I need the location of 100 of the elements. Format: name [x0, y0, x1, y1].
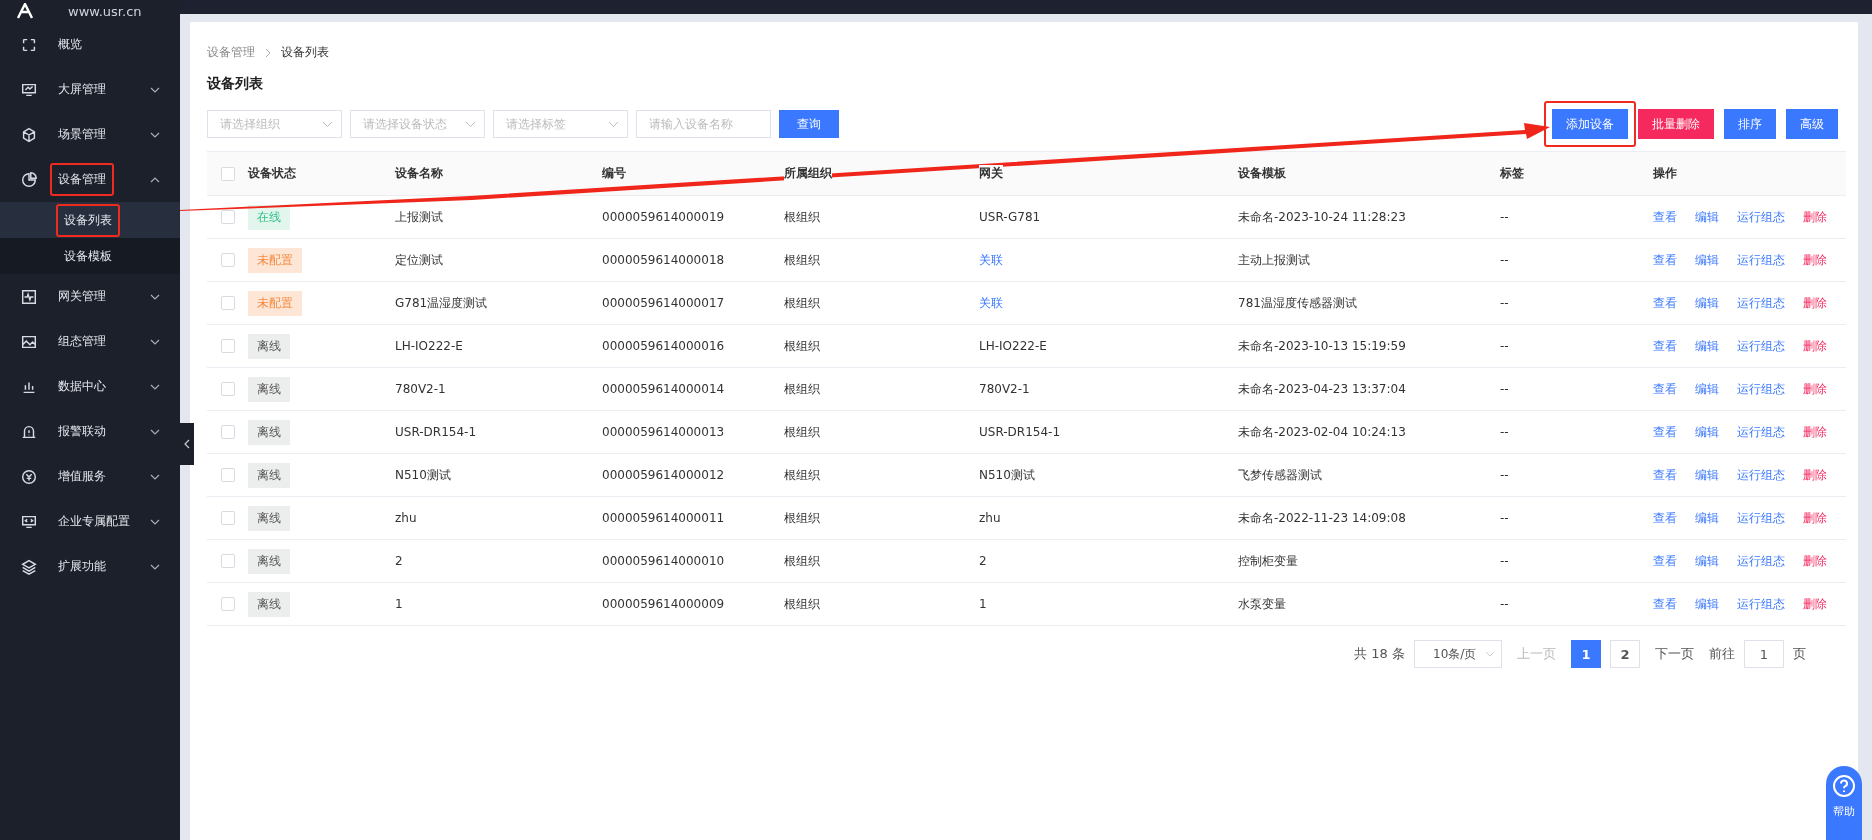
row-action-link[interactable]: 运行组态 — [1737, 509, 1785, 527]
row-action-link[interactable]: 删除 — [1803, 294, 1827, 312]
filter-select[interactable]: 请选择组织 — [207, 110, 342, 138]
status-tag: 离线 — [248, 462, 290, 488]
row-action-link[interactable]: 删除 — [1803, 466, 1827, 484]
link[interactable]: 关联 — [979, 295, 1003, 310]
menu-item-icon — [20, 125, 38, 144]
dropdown-caret-icon — [322, 121, 333, 128]
row-checkbox[interactable] — [220, 468, 235, 482]
toolbar-button[interactable]: 批量删除 — [1638, 109, 1714, 139]
site-url: www.usr.cn — [68, 3, 142, 19]
help-button[interactable]: 帮助 — [1826, 766, 1862, 840]
sidebar-item[interactable]: 网关管理 — [0, 274, 180, 319]
row-action-link[interactable]: 运行组态 — [1737, 466, 1785, 484]
sidebar-item[interactable]: 概览 — [0, 22, 180, 67]
row-action-link[interactable]: 删除 — [1803, 251, 1827, 269]
row-action-link[interactable]: 运行组态 — [1737, 423, 1785, 441]
row-action-link[interactable]: 查看 — [1653, 337, 1677, 355]
row-checkbox[interactable] — [220, 554, 235, 568]
sidebar-item[interactable]: 数据中心 — [0, 364, 180, 409]
row-action-link[interactable]: 编辑 — [1695, 380, 1719, 398]
select-all-checkbox[interactable] — [220, 166, 235, 181]
sidebar-item[interactable]: 扩展功能 — [0, 544, 180, 589]
table-cell: 2 — [395, 554, 403, 568]
row-action-link[interactable]: 运行组态 — [1737, 294, 1785, 312]
row-action-link[interactable]: 编辑 — [1695, 552, 1719, 570]
row-checkbox[interactable] — [220, 296, 235, 310]
row-action-link[interactable]: 删除 — [1803, 595, 1827, 613]
row-action-link[interactable]: 删除 — [1803, 423, 1827, 441]
row-action-link[interactable]: 查看 — [1653, 595, 1677, 613]
table-cell: 0000059614000014 — [602, 382, 725, 396]
row-action-link[interactable]: 编辑 — [1695, 294, 1719, 312]
row-action-link[interactable]: 查看 — [1653, 423, 1677, 441]
filter-select[interactable]: 请选择设备状态 — [350, 110, 485, 138]
row-action-link[interactable]: 查看 — [1653, 466, 1677, 484]
row-action-link[interactable]: 编辑 — [1695, 251, 1719, 269]
table-cell: 未命名-2023-10-24 11:28:23 — [1238, 209, 1406, 224]
table-cell: 水泵变量 — [1238, 596, 1286, 611]
link[interactable]: 关联 — [979, 252, 1003, 267]
row-action-link[interactable]: 编辑 — [1695, 337, 1719, 355]
table-cell: 0000059614000019 — [602, 210, 725, 224]
row-action-link[interactable]: 运行组态 — [1737, 208, 1785, 226]
sidebar-item[interactable]: 大屏管理 — [0, 67, 180, 112]
sidebar-item[interactable]: 报警联动 — [0, 409, 180, 454]
row-checkbox[interactable] — [220, 382, 235, 396]
row-checkbox[interactable] — [220, 511, 235, 525]
goto-page-field[interactable]: 1 — [1744, 640, 1784, 668]
query-button[interactable]: 查询 — [779, 110, 839, 138]
toolbar-button[interactable]: 排序 — [1724, 109, 1776, 139]
page-title: 设备列表 — [207, 75, 264, 93]
column-header: 编号 — [602, 165, 626, 181]
row-checkbox[interactable] — [220, 210, 235, 224]
row-action-link[interactable]: 编辑 — [1695, 509, 1719, 527]
toolbar-button[interactable]: 添加设备 — [1552, 109, 1628, 139]
column-header: 设备模板 — [1238, 165, 1286, 181]
sidebar-item[interactable]: 场景管理 — [0, 112, 180, 157]
table-cell: 2 — [979, 554, 987, 568]
sidebar-item[interactable]: 企业专属配置 — [0, 499, 180, 544]
row-action-link[interactable]: 运行组态 — [1737, 251, 1785, 269]
row-checkbox[interactable] — [220, 339, 235, 353]
sidebar-subitem[interactable]: 设备模板 — [0, 238, 180, 274]
toolbar-button[interactable]: 高级 — [1786, 109, 1838, 139]
row-action-link[interactable]: 运行组态 — [1737, 552, 1785, 570]
menu-item-icon — [20, 557, 38, 576]
filter-select[interactable]: 请选择标签 — [493, 110, 628, 138]
search-field[interactable]: 请输入设备名称 — [636, 110, 771, 138]
page-number[interactable]: 1 — [1571, 640, 1601, 668]
row-checkbox[interactable] — [220, 253, 235, 267]
row-checkbox[interactable] — [220, 425, 235, 439]
row-action-link[interactable]: 查看 — [1653, 509, 1677, 527]
row-action-link[interactable]: 查看 — [1653, 294, 1677, 312]
row-action-link[interactable]: 查看 — [1653, 380, 1677, 398]
page-size-select[interactable]: 10条/页 — [1414, 640, 1502, 668]
row-action-link[interactable]: 运行组态 — [1737, 595, 1785, 613]
status-tag: 离线 — [248, 333, 290, 359]
sidebar-item[interactable]: 组态管理 — [0, 319, 180, 364]
row-action-link[interactable]: 运行组态 — [1737, 337, 1785, 355]
row-action-link[interactable]: 删除 — [1803, 509, 1827, 527]
row-checkbox[interactable] — [220, 597, 235, 611]
row-action-link[interactable]: 运行组态 — [1737, 380, 1785, 398]
row-action-link[interactable]: 查看 — [1653, 251, 1677, 269]
row-action-link[interactable]: 删除 — [1803, 552, 1827, 570]
row-action-link[interactable]: 编辑 — [1695, 208, 1719, 226]
row-action-link[interactable]: 删除 — [1803, 208, 1827, 226]
row-action-link[interactable]: 查看 — [1653, 552, 1677, 570]
row-action-link[interactable]: 查看 — [1653, 208, 1677, 226]
breadcrumb-item[interactable]: 设备列表 — [281, 44, 329, 61]
next-page-button[interactable]: 下一页 — [1649, 645, 1700, 663]
sidebar-item[interactable]: 设备管理 — [0, 157, 180, 202]
sidebar-item[interactable]: 增值服务 — [0, 454, 180, 499]
row-action-link[interactable]: 编辑 — [1695, 466, 1719, 484]
row-action-link[interactable]: 删除 — [1803, 380, 1827, 398]
breadcrumb-item[interactable]: 设备管理 — [207, 44, 255, 61]
collapse-handle[interactable] — [180, 423, 194, 465]
status-tag: 离线 — [248, 419, 290, 445]
sidebar-subitem[interactable]: 设备列表 — [0, 202, 180, 238]
row-action-link[interactable]: 编辑 — [1695, 423, 1719, 441]
row-action-link[interactable]: 删除 — [1803, 337, 1827, 355]
page-number[interactable]: 2 — [1610, 640, 1640, 668]
row-action-link[interactable]: 编辑 — [1695, 595, 1719, 613]
